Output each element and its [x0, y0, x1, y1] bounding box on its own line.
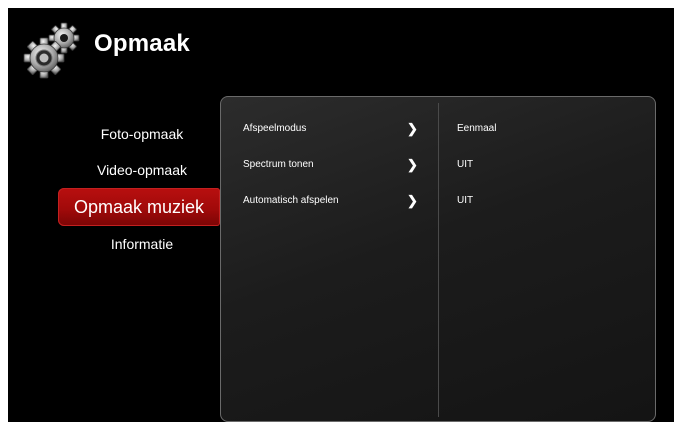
- settings-screen: Opmaak Foto-opmaak Video-opmaak Opmaak m…: [8, 8, 674, 422]
- setting-value-automatisch-afspelen[interactable]: UIT: [457, 195, 473, 206]
- page-title: Opmaak: [94, 30, 190, 57]
- gear-icon: [23, 22, 80, 79]
- settings-panel: Afspeelmodus ❯ Eenmaal Spectrum tonen ❯ …: [220, 96, 656, 422]
- menu-item-foto-opmaak[interactable]: Foto-opmaak: [56, 116, 228, 152]
- setting-label: Spectrum tonen: [243, 159, 314, 170]
- setting-value-afspeelmodus[interactable]: Eenmaal: [457, 123, 496, 134]
- setting-row-automatisch-afspelen[interactable]: Automatisch afspelen ❯: [221, 191, 438, 215]
- chevron-right-icon: ❯: [407, 193, 418, 208]
- chevron-right-icon: ❯: [407, 121, 418, 136]
- setting-row-afspeelmodus[interactable]: Afspeelmodus ❯: [221, 119, 438, 143]
- setting-label: Automatisch afspelen: [243, 195, 339, 206]
- setting-row-spectrum-tonen[interactable]: Spectrum tonen ❯: [221, 155, 438, 179]
- menu-item-video-opmaak[interactable]: Video-opmaak: [56, 152, 228, 188]
- menu-item-informatie[interactable]: Informatie: [56, 226, 228, 262]
- panel-divider: [438, 103, 439, 417]
- setting-label: Afspeelmodus: [243, 123, 307, 134]
- chevron-right-icon: ❯: [407, 157, 418, 172]
- left-menu: Foto-opmaak Video-opmaak Opmaak muziek I…: [56, 116, 228, 262]
- setting-value-spectrum-tonen[interactable]: UIT: [457, 159, 473, 170]
- menu-item-opmaak-muziek[interactable]: Opmaak muziek: [58, 188, 220, 226]
